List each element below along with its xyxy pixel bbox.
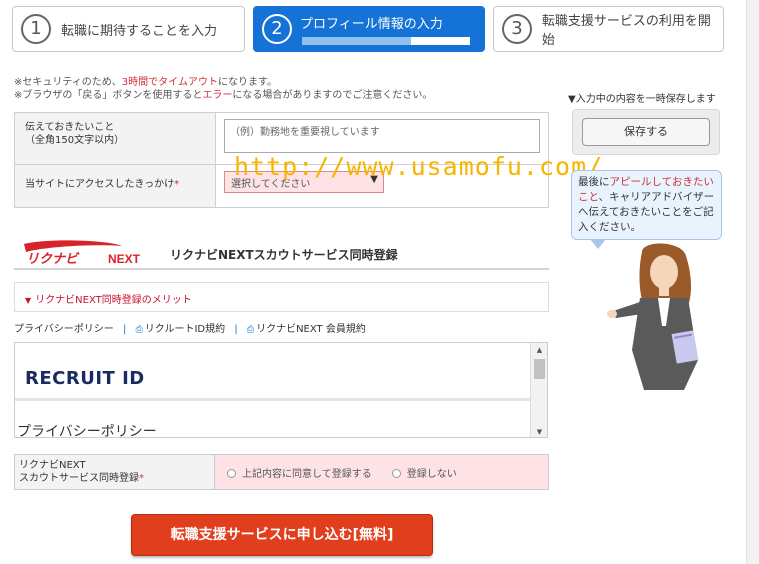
chevron-down-icon: ▼: [25, 296, 32, 305]
rikunabi-logo-text: リクナビ: [26, 251, 80, 266]
adviser-illustration: [607, 243, 699, 390]
save-area: ▼入力中の内容を一時保存します 保存する: [568, 90, 720, 155]
radio-icon: [391, 469, 401, 478]
rikunabi-terms-link[interactable]: リクナビNEXT 会員規約: [256, 324, 366, 335]
external-link-icon: ⎙: [246, 325, 255, 335]
notice-text-part: になる場合がありますのでご注意ください。: [232, 90, 433, 101]
radio-agree-label: 上記内容に同意して登録する: [242, 468, 372, 480]
save-box: 保存する: [572, 109, 720, 155]
advice-bubble: 最後にアピールしておきたいこと、キャリアアドバイザーへ伝えておきたいことをご記入…: [571, 170, 722, 240]
notice-text-part: ※セキュリティのため、: [14, 77, 122, 88]
step-progress-bar: [302, 37, 470, 45]
scroll-thumb[interactable]: [534, 359, 545, 379]
notice-text-part: ※ブラウザの「戻る」ボタンを使用すると: [14, 90, 203, 101]
required-mark: *: [174, 179, 180, 190]
required-mark: *: [139, 473, 144, 484]
page-scrollbar[interactable]: [746, 0, 759, 564]
bubble-text: 、キャリアアドバイザーへ伝えておきたいことをご記入ください。: [578, 191, 715, 233]
scrollbar[interactable]: ▲ ▼: [530, 343, 547, 437]
privacy-policy-box[interactable]: RECRUIT ID プライバシーポリシー ▲ ▼: [14, 342, 548, 438]
step-2-current: 2 プロフィール情報の入力: [253, 6, 485, 52]
recruit-id-terms-link[interactable]: リクルートID規約: [145, 324, 225, 335]
notice-highlight: 3時間でタイムアウト: [121, 77, 218, 88]
rikunabi-header: リクナビ NEXT リクナビNEXTスカウトサービス同時登録: [14, 236, 549, 270]
step-number: 2: [262, 14, 292, 44]
step-label: 転職に期待することを入力: [61, 23, 218, 39]
bubble-text: 最後に: [578, 176, 610, 188]
step-label: 転職支援サービスの利用を開始: [541, 14, 711, 48]
message-textarea[interactable]: （例）勤務地を重要視しています: [224, 119, 540, 153]
message-label-text: 伝えておきたいこと: [25, 122, 115, 133]
apply-button[interactable]: 転職支援サービスに申し込む[無料]: [131, 514, 433, 556]
link-separator: |: [123, 324, 127, 335]
radio-decline-label: 登録しない: [406, 468, 457, 480]
step-indicator: 1 転職に期待することを入力 2 プロフィール情報の入力 3 転職支援サービスの…: [12, 6, 724, 52]
privacy-policy-title: プライバシーポリシー: [17, 424, 157, 438]
recruit-id-logo: RECRUIT ID: [25, 368, 145, 389]
message-label-note: （全角150文字以内）: [25, 135, 125, 146]
link-separator: |: [234, 324, 238, 335]
step-3: 3 転職支援サービスの利用を開始: [493, 6, 724, 52]
registration-options: 上記内容に同意して登録する 登録しない: [215, 455, 548, 489]
step-label: プロフィール情報の入力: [300, 17, 443, 32]
access-label-text: 当サイトにアクセスしたきっかけ: [25, 179, 175, 190]
radio-icon: [227, 469, 236, 478]
scroll-down-icon[interactable]: ▼: [531, 428, 547, 436]
merit-label: リクナビNEXT同時登録のメリット: [35, 295, 192, 306]
save-caption: ▼入力中の内容を一時保存します: [568, 94, 716, 105]
progress-fill: [302, 37, 412, 45]
rikunabi-registration-row: リクナビNEXT スカウトサービス同時登録* 上記内容に同意して登録する 登録し…: [14, 454, 549, 490]
privacy-policy-content: RECRUIT ID プライバシーポリシー: [15, 343, 531, 438]
watermark: http://www.usamofu.com/: [234, 152, 604, 181]
scroll-up-icon[interactable]: ▲: [531, 346, 547, 354]
rikunabi-logo-next: NEXT: [108, 252, 141, 266]
step-number: 3: [502, 14, 532, 44]
step-1: 1 転職に期待することを入力: [12, 6, 245, 52]
rikunabi-title: リクナビNEXTスカウトサービス同時登録: [170, 248, 398, 262]
privacy-policy-link[interactable]: プライバシーポリシー: [14, 324, 114, 335]
registration-label-text: リクナビNEXT: [19, 460, 86, 471]
rikunabi-logo: リクナビ NEXT: [24, 240, 141, 266]
policy-links: プライバシーポリシー | ⎙ リクルートID規約 | ⎙ リクナビNEXT 会員規約: [14, 320, 366, 335]
notice-text-part: になります。: [217, 77, 277, 88]
save-button[interactable]: 保存する: [582, 118, 710, 146]
registration-label-text: スカウトサービス同時登録: [19, 473, 139, 484]
notice-text: ※セキュリティのため、3時間でタイムアウトになります。 ※ブラウザの「戻る」ボタ…: [14, 76, 432, 102]
message-label: 伝えておきたいこと （全角150文字以内）: [15, 113, 216, 164]
step-number: 1: [21, 14, 51, 44]
radio-agree[interactable]: 上記内容に同意して登録する: [227, 465, 372, 480]
divider: [15, 398, 531, 401]
merit-accordion[interactable]: ▼ リクナビNEXT同時登録のメリット: [14, 282, 549, 312]
notice-highlight: エラー: [202, 90, 233, 101]
radio-decline[interactable]: 登録しない: [391, 465, 457, 480]
access-label: 当サイトにアクセスしたきっかけ*: [15, 165, 216, 207]
registration-label: リクナビNEXT スカウトサービス同時登録*: [15, 455, 215, 489]
external-link-icon: ⎙: [135, 325, 143, 335]
